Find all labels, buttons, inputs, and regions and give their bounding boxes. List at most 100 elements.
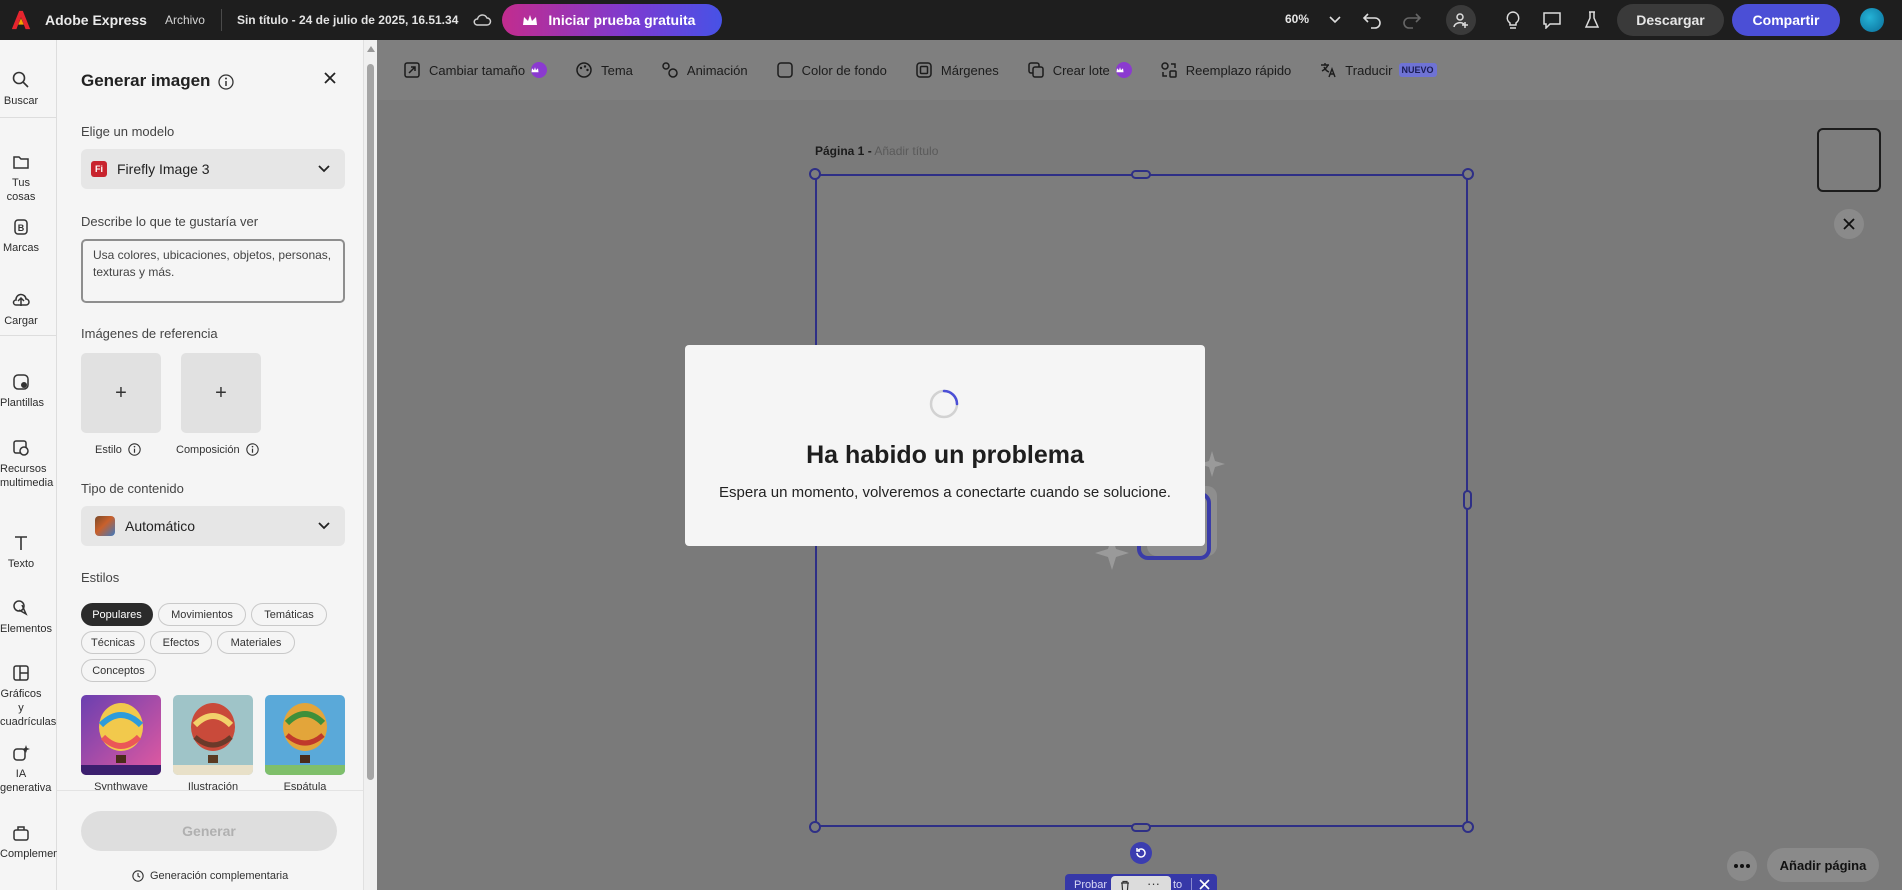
add-composition-reference-button[interactable]: + [181, 353, 261, 433]
theme-button[interactable]: Tema [575, 56, 633, 84]
close-icon[interactable] [322, 70, 338, 86]
invite-user-button[interactable] [1446, 5, 1476, 35]
background-color-button[interactable]: Color de fondo [776, 56, 887, 84]
cloud-sync-icon[interactable] [472, 12, 492, 28]
add-style-reference-button[interactable]: + [81, 353, 161, 433]
balloon-thumbnail [265, 695, 345, 775]
start-trial-button[interactable]: Iniciar prueba gratuita [502, 4, 723, 36]
generate-button[interactable]: Generar [81, 811, 337, 851]
resize-handle-bottom-left[interactable] [809, 821, 821, 833]
file-menu[interactable]: Archivo [165, 13, 205, 27]
canvas-toolbar: Cambiar tamaño Tema Animación Color de f… [377, 40, 1902, 100]
rail-item-label: Buscar [3, 95, 39, 107]
comment-icon[interactable] [1541, 9, 1563, 31]
style-card-illustration[interactable] [173, 695, 253, 775]
rail-item-generative-ai[interactable]: IA generativa [0, 743, 51, 795]
more-options-button[interactable] [1727, 851, 1757, 881]
translate-label: Traducir [1345, 62, 1393, 78]
chip-materials[interactable]: Materiales [217, 631, 295, 654]
page-title[interactable]: Página 1 - Añadir título [815, 144, 938, 158]
dialog-message: Espera un momento, volveremos a conectar… [719, 484, 1171, 501]
adobe-logo-icon[interactable] [10, 9, 32, 31]
rail-item-grids[interactable]: Gráficos y cuadrículas [0, 663, 56, 729]
top-bar: Adobe Express Archivo Sin título - 24 de… [0, 0, 1902, 40]
translate-button[interactable]: Traducir NUEVO [1319, 56, 1437, 84]
rail-item-upload[interactable]: Cargar [0, 290, 42, 328]
rail-item-templates[interactable]: Plantillas [0, 372, 44, 410]
create-batch-button[interactable]: Crear lote [1027, 56, 1132, 84]
lightbulb-icon[interactable] [1502, 9, 1524, 31]
rail-item-text[interactable]: Texto [0, 533, 42, 571]
theme-label: Tema [601, 62, 633, 78]
resize-handle-right[interactable] [1463, 490, 1472, 510]
ellipsis-icon [1734, 864, 1750, 868]
divider [1191, 878, 1192, 890]
rail-item-search[interactable]: Buscar [0, 70, 42, 108]
download-button[interactable]: Descargar [1617, 4, 1724, 36]
beaker-icon[interactable] [1581, 9, 1603, 31]
quick-replace-button[interactable]: Reemplazo rápido [1160, 56, 1292, 84]
margins-icon [916, 62, 932, 78]
share-button[interactable]: Compartir [1732, 4, 1840, 36]
info-icon[interactable] [128, 443, 141, 456]
info-icon[interactable] [245, 443, 259, 456]
close-icon [1843, 218, 1855, 230]
content-type-select[interactable]: Automático [81, 506, 345, 546]
rail-item-media[interactable]: Recursos multimedia [0, 438, 53, 490]
add-title-link[interactable]: Añadir título [874, 144, 938, 158]
redo-icon[interactable] [1401, 9, 1423, 31]
scroll-thumb[interactable] [367, 64, 374, 780]
left-rail: Buscar Tus cosas B Marcas Cargar Plantil… [0, 40, 74, 890]
model-select[interactable]: Fi Firefly Image 3 [81, 149, 345, 189]
rail-item-elements[interactable]: Elementos [0, 598, 52, 636]
chevron-down-icon[interactable] [1328, 11, 1342, 27]
resize-handle-top-right[interactable] [1462, 168, 1474, 180]
context-action-left[interactable]: Probar [1074, 879, 1107, 890]
avatar[interactable] [1860, 8, 1884, 32]
scroll-up-icon[interactable] [367, 46, 375, 52]
composition-reference-label: Composición [176, 443, 259, 456]
resize-handle-top-left[interactable] [809, 168, 821, 180]
addons-icon [13, 826, 29, 841]
delete-icon[interactable] [1119, 880, 1131, 890]
more-options-icon[interactable]: ··· [1147, 876, 1160, 890]
chip-popular[interactable]: Populares [81, 603, 153, 626]
rail-item-your-stuff[interactable]: Tus cosas [0, 152, 42, 204]
close-icon[interactable] [1199, 879, 1210, 890]
rail-item-brands[interactable]: B Marcas [0, 217, 42, 255]
firefly-logo-icon: Fi [91, 161, 107, 177]
prompt-input[interactable]: Usa colores, ubicaciones, objetos, perso… [81, 239, 345, 303]
rail-item-label: IA generativa [0, 768, 52, 794]
chip-themes[interactable]: Temáticas [251, 603, 327, 626]
premium-crown-icon [1115, 62, 1132, 78]
premium-crown-icon [531, 62, 548, 78]
add-page-button[interactable]: Añadir página [1767, 848, 1879, 882]
undo-icon[interactable] [1361, 9, 1383, 31]
panel-scrollbar[interactable] [363, 40, 377, 890]
rotate-button[interactable] [1130, 842, 1152, 864]
chip-effects[interactable]: Efectos [150, 631, 212, 654]
divider [0, 117, 57, 118]
margins-button[interactable]: Márgenes [915, 56, 999, 84]
resize-button[interactable]: Cambiar tamaño [403, 56, 548, 84]
resize-handle-top[interactable] [1131, 170, 1151, 179]
document-title[interactable]: Sin título - 24 de julio de 2025, 16.51.… [237, 13, 458, 27]
info-icon[interactable] [218, 74, 234, 90]
page-thumbnail[interactable] [1817, 128, 1881, 192]
zoom-level[interactable]: 60% [1285, 12, 1309, 26]
chip-techniques[interactable]: Técnicas [81, 631, 145, 654]
close-thumbnails-button[interactable] [1834, 209, 1864, 239]
complementary-generation[interactable]: Generación complementaria [132, 870, 288, 882]
style-card-synthwave[interactable] [81, 695, 161, 775]
chip-concepts[interactable]: Conceptos [81, 659, 156, 682]
context-action-right[interactable]: to [1173, 879, 1182, 890]
complementary-generation-label: Generación complementaria [150, 870, 289, 882]
resize-handle-bottom[interactable] [1131, 823, 1151, 832]
resize-handle-bottom-right[interactable] [1462, 821, 1474, 833]
rail-item-addons[interactable]: Complementos [0, 823, 74, 861]
app-name[interactable]: Adobe Express [45, 12, 147, 28]
quick-replace-label: Reemplazo rápido [1185, 62, 1292, 78]
style-card-palette-knife[interactable] [265, 695, 345, 775]
chip-movements[interactable]: Movimientos [158, 603, 246, 626]
animation-button[interactable]: Animación [661, 56, 748, 84]
